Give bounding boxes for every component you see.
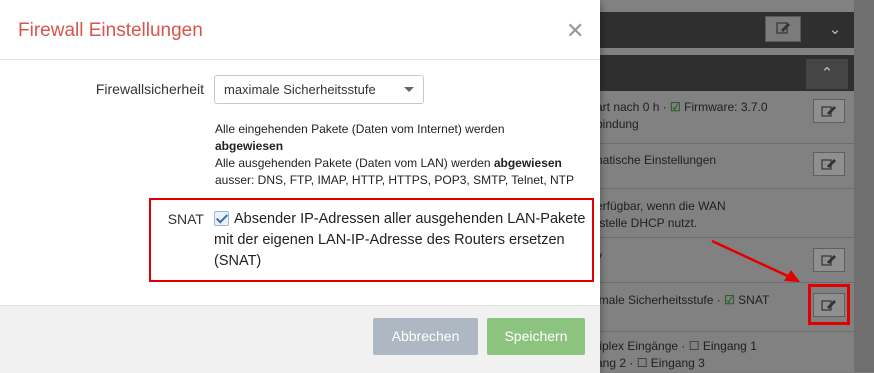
scrollbar[interactable]	[854, 0, 874, 372]
save-button[interactable]: Speichern	[487, 318, 585, 355]
firewall-description: Alle eingehenden Pakete (Daten vom Inter…	[215, 121, 574, 189]
annotation-arrow-icon	[711, 239, 800, 282]
chevron-up-icon[interactable]: ⌃	[806, 59, 848, 89]
desc-text: Alle eingehenden Pakete (Daten vom Inter…	[215, 122, 505, 136]
edit-icon	[821, 159, 836, 170]
row-edit-button[interactable]	[813, 248, 845, 272]
bg-text: bindung	[596, 117, 639, 131]
check-icon: ☑	[670, 100, 681, 114]
bg-text: erfügbar, wenn die WAN	[596, 199, 726, 213]
bg-text: imale Sicherheitsstufe ·	[596, 293, 725, 307]
annotation-box-edit	[808, 284, 850, 325]
desc-text: ausser: DNS, FTP, IMAP, HTTP, HTTPS, POP…	[215, 173, 574, 187]
firewall-security-select[interactable]: maximale Sicherheitsstufe	[214, 75, 424, 104]
edit-icon	[821, 106, 836, 117]
bg-text: art nach 0 h ·	[596, 100, 671, 114]
bg-text: SNAT	[738, 293, 770, 307]
close-icon[interactable]: ✕	[566, 20, 584, 42]
firewall-settings-dialog: Firewall Einstellungen ✕ Firewallsicherh…	[0, 0, 600, 373]
row-edit-button[interactable]	[813, 152, 845, 176]
desc-bold: abgewiesen	[215, 139, 284, 153]
bg-row-wan-text: erfügbar, wenn die WAN tstelle DHCP nutz…	[596, 198, 726, 232]
chevron-down-icon[interactable]: ⌄	[820, 16, 850, 44]
edit-icon	[776, 22, 790, 34]
firewall-security-label: Firewallsicherheit	[95, 81, 204, 97]
divider	[0, 59, 600, 60]
bg-text: ang 2 · ☐ Eingang 3	[596, 356, 705, 370]
bg-text: tstelle DHCP nutzt.	[596, 216, 698, 230]
caret-down-icon	[404, 87, 414, 92]
bg-text: tiplex Eingänge · ☐ Eingang 1	[596, 339, 757, 353]
dialog-title: Firewall Einstellungen	[18, 20, 203, 41]
bg-text: Firmware: 3.7.0	[684, 100, 768, 114]
check-icon: ☑	[724, 293, 735, 307]
desc-bold: abgewiesen	[493, 156, 562, 170]
row-edit-button[interactable]	[813, 99, 845, 123]
select-value: maximale Sicherheitsstufe	[224, 82, 376, 97]
header-edit-button[interactable]	[765, 16, 801, 42]
bg-text: natische Einstellungen	[596, 153, 717, 167]
cancel-button[interactable]: Abbrechen	[373, 318, 478, 355]
bg-row-inputs-text: tiplex Eingänge · ☐ Eingang 1 ang 2 · ☐ …	[596, 338, 757, 372]
annotation-box-snat	[149, 198, 594, 282]
bg-row-status-text: art nach 0 h · ☑ Firmware: 3.7.0 bindung	[596, 99, 768, 133]
edit-icon	[821, 255, 836, 266]
desc-text: Alle ausgehenden Pakete (Daten vom LAN) …	[215, 156, 494, 170]
